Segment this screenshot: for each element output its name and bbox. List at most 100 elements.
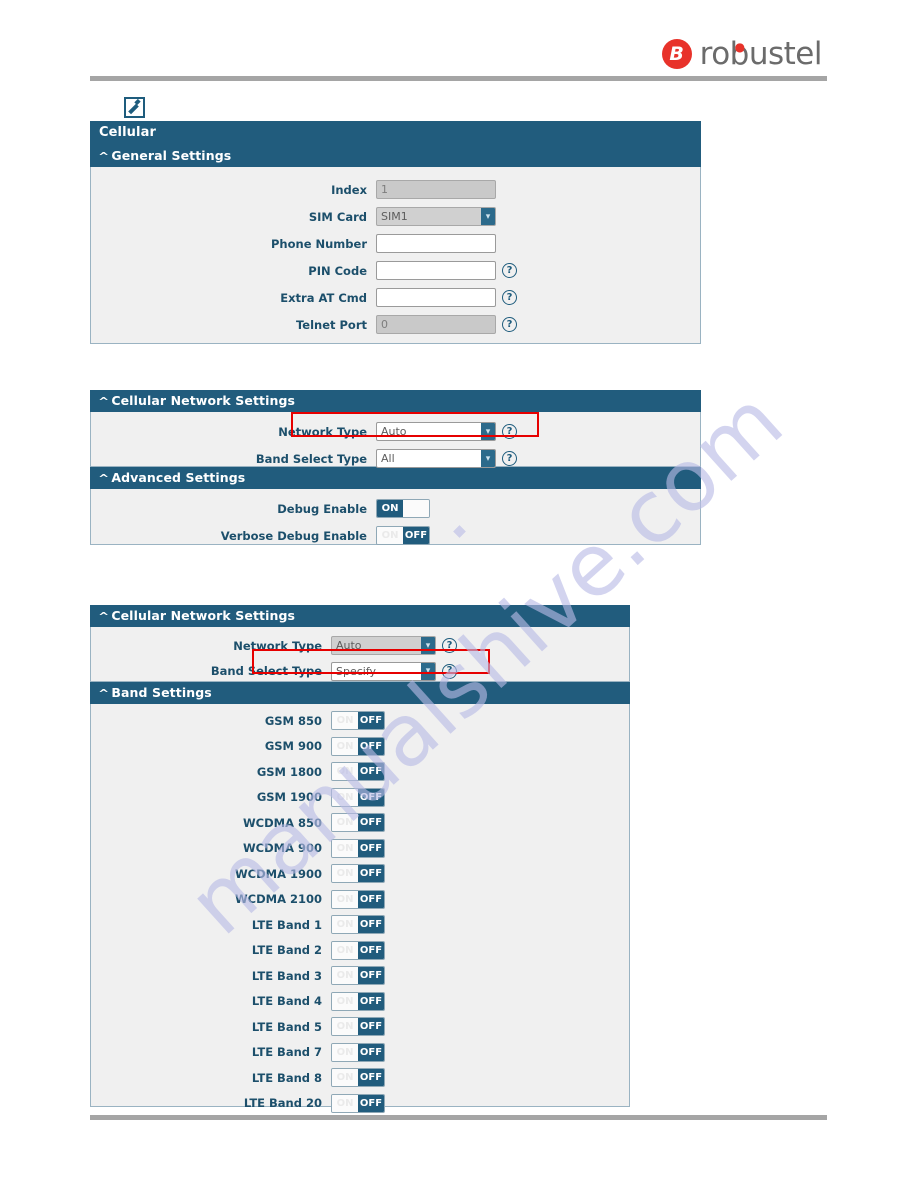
- band-toggle[interactable]: ON OFF: [331, 889, 385, 909]
- toggle-knob: ON: [332, 788, 358, 806]
- verbose-debug-enable-toggle[interactable]: ON OFF: [376, 526, 430, 545]
- cellular-network-settings-body: Network Type Auto ▾ ? Band Select Type A…: [90, 412, 701, 468]
- extra-at-cmd-input[interactable]: [376, 288, 496, 307]
- help-icon[interactable]: ?: [442, 638, 457, 654]
- label-band: WCDMA 2100: [234, 892, 322, 907]
- band-toggle[interactable]: ON OFF: [331, 787, 385, 807]
- band-toggle[interactable]: ON OFF: [331, 864, 385, 884]
- edit-icon[interactable]: [124, 97, 145, 118]
- help-icon[interactable]: ?: [502, 263, 517, 278]
- band-select-type-value-2: Specify: [336, 664, 377, 678]
- chevron-down-icon: ▾: [481, 423, 495, 440]
- sim-card-select[interactable]: SIM1 ▾: [376, 207, 496, 226]
- cellular-network-settings-header-2[interactable]: ^ Cellular Network Settings: [90, 605, 630, 627]
- band-toggle[interactable]: ON OFF: [331, 915, 385, 935]
- robustel-logo-icon: B: [661, 39, 692, 69]
- toggle-knob: ON: [332, 1069, 358, 1087]
- network-type-value: Auto: [381, 425, 407, 438]
- cellular-network-settings-header[interactable]: ^ Cellular Network Settings: [90, 390, 701, 412]
- band-toggle[interactable]: ON OFF: [331, 813, 385, 833]
- label-band: LTE Band 8: [251, 1070, 322, 1085]
- brand-logo: B robustel ●: [661, 36, 823, 72]
- toggle-knob: ON: [332, 1094, 358, 1112]
- band-toggle[interactable]: ON OFF: [331, 1093, 385, 1113]
- general-settings-label: General Settings: [111, 148, 232, 163]
- label-band: LTE Band 7: [251, 1045, 322, 1060]
- brand-name-text: robustel: [699, 36, 823, 72]
- row-band: LTE Band 2 ON OFF: [91, 938, 629, 964]
- network-type-select[interactable]: Auto ▾: [376, 422, 496, 441]
- row-band: LTE Band 7 ON OFF: [91, 1040, 629, 1066]
- toggle-knob: ON: [332, 712, 358, 730]
- toggle-state-label: OFF: [358, 992, 384, 1010]
- index-input[interactable]: [376, 180, 496, 199]
- row-band: GSM 1800 ON OFF: [91, 759, 629, 785]
- band-toggle[interactable]: ON OFF: [331, 762, 385, 782]
- toggle-state-label: OFF: [358, 788, 384, 806]
- pin-code-input[interactable]: [376, 261, 496, 280]
- toggle-knob: ON: [332, 865, 358, 883]
- band-toggle[interactable]: ON OFF: [331, 1068, 385, 1088]
- cellular-network-settings-body-2: Network Type Auto ▾ ? Band Select Type S…: [90, 627, 630, 682]
- toggle-state-label: OFF: [358, 967, 384, 985]
- band-select-type-value: All: [381, 452, 395, 465]
- row-index: Index: [91, 176, 700, 203]
- band-toggle[interactable]: ON OFF: [331, 838, 385, 858]
- toggle-knob: ON: [332, 992, 358, 1010]
- row-network-type-2: Network Type Auto ▾ ?: [91, 633, 629, 659]
- band-toggle[interactable]: ON OFF: [331, 1017, 385, 1037]
- label-phone-number: Phone Number: [270, 236, 367, 251]
- row-band: GSM 1900 ON OFF: [91, 785, 629, 811]
- label-band-select-type: Band Select Type: [255, 451, 367, 466]
- row-debug-enable: Debug Enable ON: [91, 495, 700, 522]
- help-icon[interactable]: ?: [502, 317, 517, 332]
- collapse-caret-icon: ^: [98, 150, 110, 163]
- panel-title: Cellular: [90, 121, 701, 145]
- label-band: LTE Band 4: [251, 994, 322, 1009]
- band-select-type-select-2[interactable]: Specify ▾: [331, 661, 436, 681]
- band-toggle[interactable]: ON OFF: [331, 736, 385, 756]
- help-icon[interactable]: ?: [442, 663, 457, 679]
- band-toggle[interactable]: ON OFF: [331, 966, 385, 986]
- band-settings-header[interactable]: ^ Band Settings: [90, 682, 630, 704]
- collapse-caret-icon: ^: [98, 472, 110, 485]
- general-settings-body: Index SIM Card SIM1 ▾ Phone Number PIN C…: [90, 167, 701, 344]
- sim-card-value: SIM1: [381, 210, 408, 223]
- cellular-network-settings-label: Cellular Network Settings: [111, 393, 296, 408]
- chevron-down-icon: ▾: [481, 450, 495, 467]
- band-toggle[interactable]: ON OFF: [331, 991, 385, 1011]
- help-icon[interactable]: ?: [502, 290, 517, 305]
- label-band: LTE Band 5: [251, 1019, 322, 1034]
- band-toggle[interactable]: ON OFF: [331, 711, 385, 731]
- label-band: WCDMA 900: [242, 841, 322, 856]
- collapse-caret-icon: ^: [98, 687, 110, 700]
- advanced-settings-body: Debug Enable ON Verbose Debug Enable ON …: [90, 489, 701, 545]
- band-toggle[interactable]: ON OFF: [331, 1042, 385, 1062]
- label-index: Index: [331, 182, 367, 197]
- band-select-type-select[interactable]: All ▾: [376, 449, 496, 468]
- label-telnet-port: Telnet Port: [295, 317, 367, 332]
- cellular-network-settings-label-2: Cellular Network Settings: [111, 608, 296, 623]
- band-toggle[interactable]: ON OFF: [331, 940, 385, 960]
- chevron-down-icon: ▾: [421, 637, 435, 655]
- row-band: LTE Band 20 ON OFF: [91, 1091, 629, 1117]
- help-icon[interactable]: ?: [502, 424, 517, 439]
- telnet-port-input[interactable]: [376, 315, 496, 334]
- row-band-select-type-2: Band Select Type Specify ▾ ?: [91, 659, 629, 685]
- label-pin-code: PIN Code: [308, 263, 367, 278]
- debug-enable-toggle[interactable]: ON: [376, 499, 430, 518]
- label-band: WCDMA 1900: [234, 866, 322, 881]
- row-band: WCDMA 2100 ON OFF: [91, 887, 629, 913]
- phone-number-input[interactable]: [376, 234, 496, 253]
- toggle-state-label: OFF: [358, 890, 384, 908]
- label-sim-card: SIM Card: [308, 209, 367, 224]
- header-divider: [90, 76, 827, 81]
- toggle-knob: [403, 500, 429, 517]
- general-settings-header[interactable]: ^ General Settings: [90, 145, 701, 167]
- network-type-select-2[interactable]: Auto ▾: [331, 636, 436, 656]
- network-type-value-2: Auto: [336, 639, 362, 653]
- chevron-down-icon: ▾: [421, 662, 435, 680]
- help-icon[interactable]: ?: [502, 451, 517, 466]
- row-band: WCDMA 900 ON OFF: [91, 836, 629, 862]
- row-band: LTE Band 1 ON OFF: [91, 912, 629, 938]
